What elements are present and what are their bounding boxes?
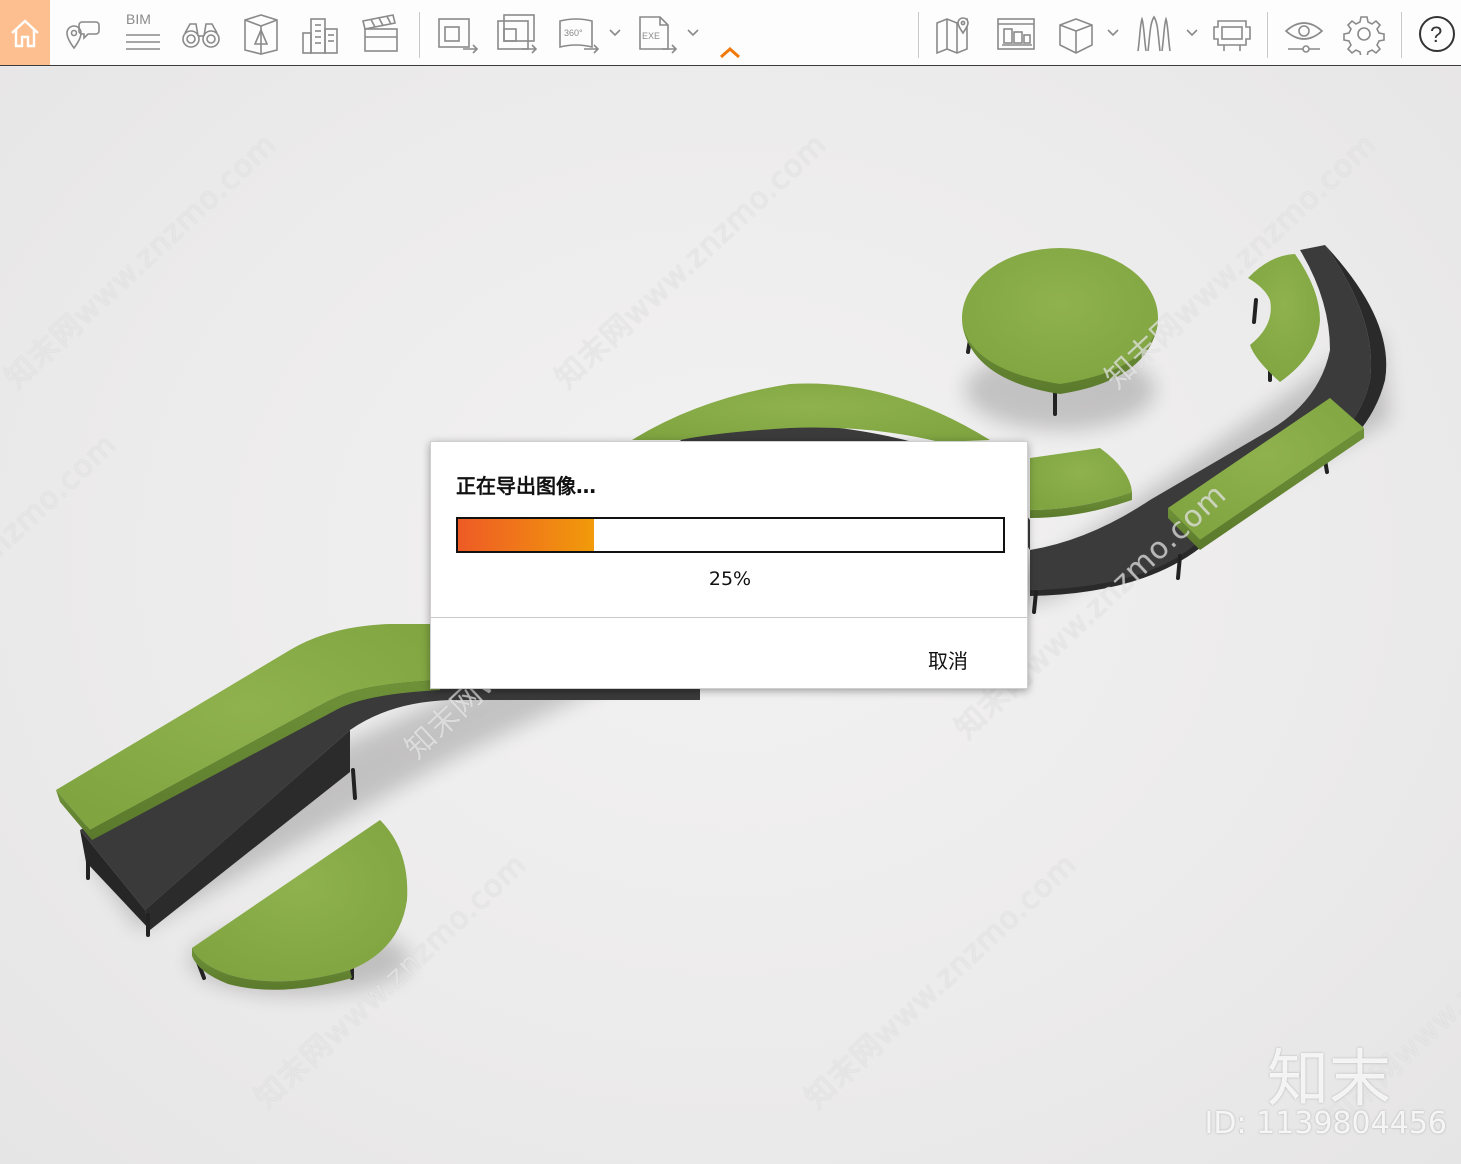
chevron-down-icon [1186,29,1198,37]
progress-bar [456,517,1005,553]
buildings-button[interactable] [298,6,344,62]
toolbar-separator [918,12,919,58]
exe-label: EXE [642,31,660,41]
cube-icon [1059,18,1093,54]
map-pin-comment-icon [66,21,100,50]
toolbar-separator [419,12,420,58]
settings-button[interactable] [1341,6,1387,62]
help-icon: ? [1419,16,1455,52]
gear-icon [1343,16,1385,55]
export-360-button[interactable]: 360° [556,6,600,62]
export-batch-button[interactable] [493,6,539,62]
progress-fill [458,519,595,551]
brand-watermark: 知末 [1266,1042,1391,1115]
progress-percent: 25% [708,568,752,590]
sun-study-button[interactable] [238,6,284,62]
curtain-material-icon [1137,15,1171,52]
export-image-button[interactable] [434,6,480,62]
dialog-title: 正在导出图像… [456,474,596,498]
binoculars-icon [182,23,220,48]
materials-button[interactable] [1131,6,1177,62]
bim-button[interactable]: BIM [120,6,164,62]
bim-label: BIM [126,11,151,27]
overview-button[interactable] [993,6,1039,62]
eye-slider-icon [1284,22,1324,53]
perspective-tree-icon [244,14,278,55]
export-batch-icon [497,14,538,54]
binoculars-button[interactable] [178,6,224,62]
objects-dropdown[interactable] [1106,26,1120,40]
dialog-divider [431,617,1027,618]
chevron-down-icon [609,29,621,37]
export-image-icon [438,18,479,54]
help-label: ? [1430,22,1442,47]
export-exe-dropdown[interactable] [686,26,700,40]
id-watermark: ID: 1139804456 [1204,1106,1447,1141]
view-settings-button[interactable] [1281,6,1327,62]
animation-button[interactable] [358,6,404,62]
overview-monitor-icon [997,18,1035,50]
materials-dropdown[interactable] [1185,26,1199,40]
chevron-up-icon [720,46,740,59]
chevron-down-icon [687,29,699,37]
exe-file-icon: EXE [639,16,678,54]
collapse-toolbar-button[interactable] [719,44,741,60]
top-toolbar: BIM 360° EXE ? [0,0,1461,66]
export-360-dropdown[interactable] [608,26,622,40]
map-button[interactable] [932,6,978,62]
home-button[interactable] [0,0,50,65]
vr-button[interactable] [1209,6,1255,62]
clapperboard-icon [362,14,398,52]
buildings-icon [302,18,338,54]
home-icon [11,18,39,47]
panorama-360-icon: 360° [559,18,600,54]
export-exe-button[interactable]: EXE [634,6,678,62]
toolbar-separator [1401,12,1402,58]
objects-button[interactable] [1053,6,1099,62]
export-progress-dialog: 正在导出图像… 25% 取消 [430,441,1028,689]
toolbar-separator [1267,12,1268,58]
location-comment-button[interactable] [60,6,104,62]
help-button[interactable]: ? [1414,6,1460,62]
map-pin-icon [936,17,969,55]
cancel-button[interactable]: 取消 [928,645,968,674]
chevron-down-icon [1107,29,1119,37]
vr-headset-icon [1213,20,1251,51]
vr360-label: 360° [564,28,583,38]
